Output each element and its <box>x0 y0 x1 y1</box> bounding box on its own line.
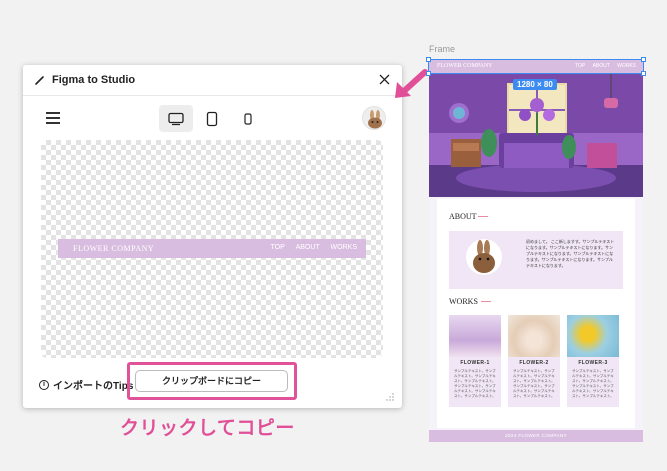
selection-handle[interactable] <box>426 71 431 76</box>
work-text: サンプルテキスト。サンプルテキスト。サンプルテキスト。サンプルテキスト。サンプル… <box>454 369 496 398</box>
work-name: FLOWER-1 <box>460 360 490 366</box>
work-card[interactable]: FLOWER-2 サンプルテキスト。サンプルテキスト。サンプルテキスト。サンプル… <box>508 315 560 407</box>
plugin-toolbar <box>23 97 402 139</box>
about-card: 初めまして。 ここ新しますす。サンプルテキストになります。サンプルテキストになり… <box>449 231 623 289</box>
about-title: ABOUT <box>449 212 477 221</box>
mobile-icon <box>244 112 252 125</box>
selection-outline <box>428 59 644 74</box>
works-underline <box>481 301 491 302</box>
tab-desktop[interactable] <box>159 105 193 132</box>
work-name: FLOWER-3 <box>578 360 608 366</box>
hero-illustration <box>429 73 643 197</box>
work-card[interactable]: FLOWER-3 サンプルテキスト。サンプルテキスト。サンプルテキスト。サンプル… <box>567 315 619 407</box>
work-text: サンプルテキスト。サンプルテキスト。サンプルテキスト。サンプルテキスト。サンプル… <box>513 369 555 398</box>
selection-handle[interactable] <box>641 71 646 76</box>
about-underline <box>478 216 488 217</box>
tips-label: インポートのTips <box>53 381 134 392</box>
info-icon: i <box>39 379 49 390</box>
work-text: サンプルテキスト。サンプルテキスト。サンプルテキスト。サンプルテキスト。サンプル… <box>572 369 614 398</box>
selection-handle[interactable] <box>641 57 646 62</box>
about-text: 初めまして。 ここ新しますす。サンプルテキストになります。サンプルテキストになり… <box>526 239 615 268</box>
design-frame[interactable]: FLOWER COMPANY TOP ABOUT WORKS 1280 × 80… <box>426 57 646 442</box>
resize-handle-icon[interactable] <box>386 393 394 401</box>
preview-nav: TOP ABOUT WORKS <box>262 244 358 251</box>
flower-image <box>449 315 501 357</box>
tab-tablet[interactable] <box>195 105 229 132</box>
preview-nav-about: ABOUT <box>295 244 320 251</box>
annotation-caption: クリックしてコピー <box>120 418 295 439</box>
plugin-title: Figma to Studio <box>52 74 136 86</box>
plugin-window: Figma to Studio FLOWER COMPANY TOP ABOUT… <box>23 65 402 408</box>
works-title: WORKS <box>449 297 478 306</box>
work-card[interactable]: FLOWER-1 サンプルテキスト。サンプルテキスト。サンプルテキスト。サンプル… <box>449 315 501 407</box>
footer-text: 2024 FLOWER COMPANY <box>505 433 567 438</box>
close-icon[interactable] <box>378 73 391 86</box>
preview-header: FLOWER COMPANY TOP ABOUT WORKS <box>58 239 366 258</box>
flower-image <box>567 315 619 357</box>
work-name: FLOWER-2 <box>519 360 549 366</box>
tab-mobile[interactable] <box>231 105 265 132</box>
pen-icon <box>35 76 44 85</box>
desktop-icon <box>168 112 184 125</box>
rabbit-image <box>466 239 502 275</box>
size-badge: 1280 × 80 <box>513 79 557 90</box>
frame-content: ABOUT 初めまして。 ここ新しますす。サンプルテキストになります。サンプルテ… <box>437 199 635 428</box>
selection-handle[interactable] <box>426 57 431 62</box>
tablet-icon <box>206 111 218 126</box>
preview-canvas: FLOWER COMPANY TOP ABOUT WORKS <box>41 140 383 358</box>
preview-logo: FLOWER COMPANY <box>73 244 155 253</box>
flower-image <box>508 315 560 357</box>
plugin-titlebar: Figma to Studio <box>23 65 402 96</box>
highlight-box <box>127 362 297 400</box>
frame-footer: 2024 FLOWER COMPANY <box>429 430 643 442</box>
preview-nav-works: WORKS <box>330 244 357 251</box>
tips-link[interactable]: i インポートのTips <box>39 377 133 392</box>
bunny-icon <box>368 110 382 129</box>
avatar[interactable] <box>362 106 386 130</box>
preview-nav-top: TOP <box>270 244 285 251</box>
menu-icon[interactable] <box>46 112 60 124</box>
arrow-icon <box>395 69 428 98</box>
frame-label: Frame <box>429 44 456 54</box>
